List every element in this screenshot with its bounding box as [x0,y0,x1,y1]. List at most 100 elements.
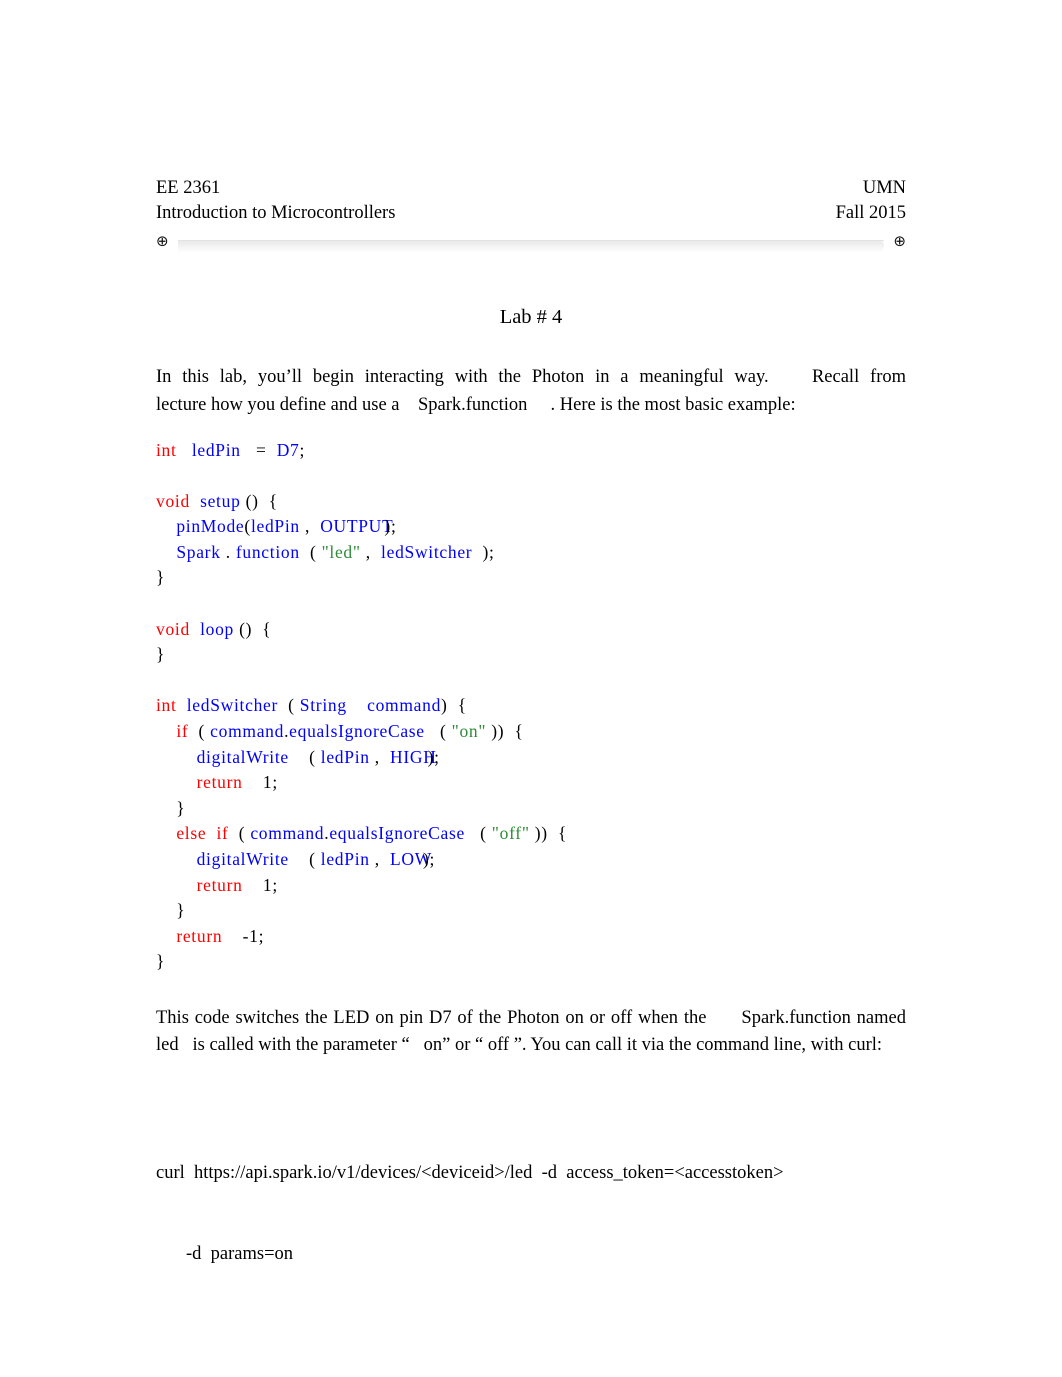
code-line: void setup () { [156,489,906,515]
code-token-pn [156,721,176,741]
code-token-pn: ( [228,823,251,844]
code-line: return 1; [156,873,906,899]
course-code: EE 2361 [156,178,221,198]
code-line: int ledSwitcher ( String command) { [156,693,906,719]
code-token-pn: = [240,439,277,460]
code-token-kw: return [196,874,243,895]
code-token-pn: , [369,849,391,869]
code-line: int ledPin = D7; [156,438,906,464]
code-token-id: equalsIgnoreCase [289,721,425,742]
code-token-kw: return [176,925,223,946]
code-token-pn: , [299,516,321,537]
code-token-pn [347,695,367,715]
code-token-id: String [299,695,347,716]
header-line-one: EE 2361 UMN [156,176,906,201]
code-token-id: ledPin [250,516,300,537]
curl-command-line-1: curl https://api.spark.io/v1/devices/<de… [156,1162,784,1183]
code-token-ov: ); [422,849,436,869]
code-token-id: digitalWrite [196,746,289,767]
intro-paragraph: In this lab, you’ll begin interacting wi… [156,367,911,415]
header-rule: ⊕ ⊕ [156,230,906,256]
code-token-id: function [235,541,300,562]
code-line: digitalWrite ( ledPin , HIGH); [156,745,906,771]
code-line: } [156,642,906,668]
code-token-ov: ); [384,516,397,537]
code-token-id: command [210,721,285,742]
code-token-pn [156,516,176,536]
code-listing: int ledPin = D7; void setup () { pinMode (… [156,438,906,975]
code-token-pn: 1; [242,772,278,793]
code-token-pn [156,875,197,895]
page-title: Lab # 4 [499,306,563,328]
code-token-kw: void [156,490,190,511]
code-line: } [156,565,906,591]
code-token-pn: } [156,567,166,588]
code-token-pn: 1; [242,874,278,895]
code-token-id: pinMode [176,516,245,537]
curl-command-block: curl https://api.spark.io/v1/devices/<de… [156,1106,906,1322]
code-token-id: ledSwitcher [186,695,279,716]
explanation-paragraph: This code switches the LED on pin D7 of … [156,1007,916,1056]
code-line: } [156,898,906,924]
code-token-pn: ( [299,541,322,562]
institution: UMN [862,178,906,198]
code-token-pn [156,849,197,869]
code-token-pn: . [220,541,236,562]
code-token-id: command [250,823,325,844]
document-page: EE 2361 UMN Introduction to Microcontrol… [0,0,1062,1377]
code-token-pn: } [156,951,166,972]
code-token-kw: int [156,439,177,460]
code-token-id: ledPin [320,849,370,869]
code-token-pn [156,747,197,767]
code-token-pn [190,619,200,639]
code-line: void loop () { [156,617,906,643]
code-token-pn: ( [188,721,211,742]
header-rule-band [178,240,884,252]
code-token-pn: } [156,900,186,921]
code-token-pn: )) { [529,823,568,844]
code-token-pn: ( [288,746,321,767]
page-content: EE 2361 UMN Introduction to Microcontrol… [156,176,906,1322]
code-token-pn: } [156,644,166,665]
code-token-id: digitalWrite [196,849,289,869]
code-token-ov: ); [427,746,440,767]
code-line: else if ( command.equalsIgnoreCase ( "of… [156,821,906,847]
code-token-pn: } [156,797,186,818]
code-token-id: OUTPUT [320,516,394,537]
code-token-kw: int [156,695,177,716]
curl-command-line-2: -d params=on [186,1243,294,1264]
code-token-pn: ); [472,541,495,562]
code-token-kw: void [156,618,190,639]
code-token-pn: () { [240,490,278,511]
code-line: if ( command.equalsIgnoreCase ( "on" )) … [156,719,906,745]
code-token-id: command [367,695,442,716]
code-token-id: Spark [176,541,221,562]
code-token-pn: ( [464,823,492,844]
course-title: Introduction to Microcontrollers [156,203,396,223]
code-line: } [156,796,906,822]
code-token-pn [156,823,176,843]
code-token-pn [156,772,197,792]
code-line: Spark . function ( "led" , ledSwitcher )… [156,540,906,566]
code-token-pn: ) { [441,695,467,716]
code-token-id: ledSwitcher [381,541,473,562]
code-line: return 1; [156,770,906,796]
code-line: } [156,949,906,975]
code-token-pn: () { [234,618,272,639]
code-token-pn: ( [424,721,452,742]
code-line: return -1; [156,924,906,950]
code-token-pn [177,440,192,460]
code-token-pn [156,926,176,946]
code-token-pn: ; [299,439,306,460]
code-token-pn [190,491,200,511]
code-token-str: "led" [321,541,361,562]
code-token-id: ledPin [191,439,241,460]
anchor-cross-icon-right: ⊕ [893,232,906,250]
code-token-pn [156,542,176,562]
anchor-cross-icon-left: ⊕ [156,232,169,250]
code-token-id: D7 [276,439,300,460]
code-token-pn: )) { [486,721,524,742]
code-line: digitalWrite ( ledPin , LOW); [156,847,906,873]
